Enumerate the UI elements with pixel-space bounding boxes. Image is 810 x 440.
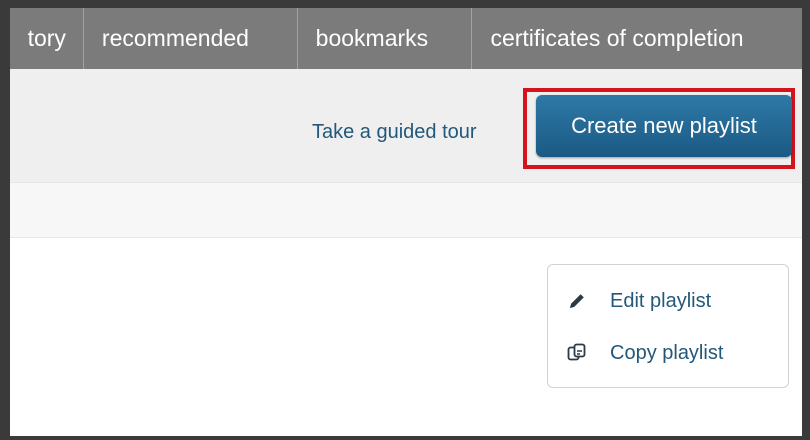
filter-strip: [10, 182, 802, 238]
pencil-icon: [566, 290, 588, 312]
copy-playlist-action[interactable]: Copy playlist: [548, 337, 788, 369]
edit-playlist-action[interactable]: Edit playlist: [548, 285, 788, 317]
copy-icon: [566, 342, 588, 364]
playlist-actions-menu: Edit playlist Copy playlist: [547, 264, 789, 388]
tab-history[interactable]: tory: [10, 8, 84, 69]
tab-certificates-of-completion[interactable]: certificates of completion: [472, 8, 802, 69]
top-nav-tabs: tory recommended bookmarks certificates …: [10, 8, 802, 69]
guided-tour-link[interactable]: Take a guided tour: [312, 121, 477, 144]
tab-bookmarks[interactable]: bookmarks: [298, 8, 473, 69]
tab-recommended[interactable]: recommended: [84, 8, 298, 69]
edit-playlist-label: Edit playlist: [610, 289, 712, 312]
create-new-playlist-button[interactable]: Create new playlist: [536, 95, 792, 157]
page-frame: tory recommended bookmarks certificates …: [10, 8, 802, 436]
copy-playlist-label: Copy playlist: [610, 341, 724, 364]
playlist-toolbar: Take a guided tour Create new playlist: [10, 69, 802, 182]
